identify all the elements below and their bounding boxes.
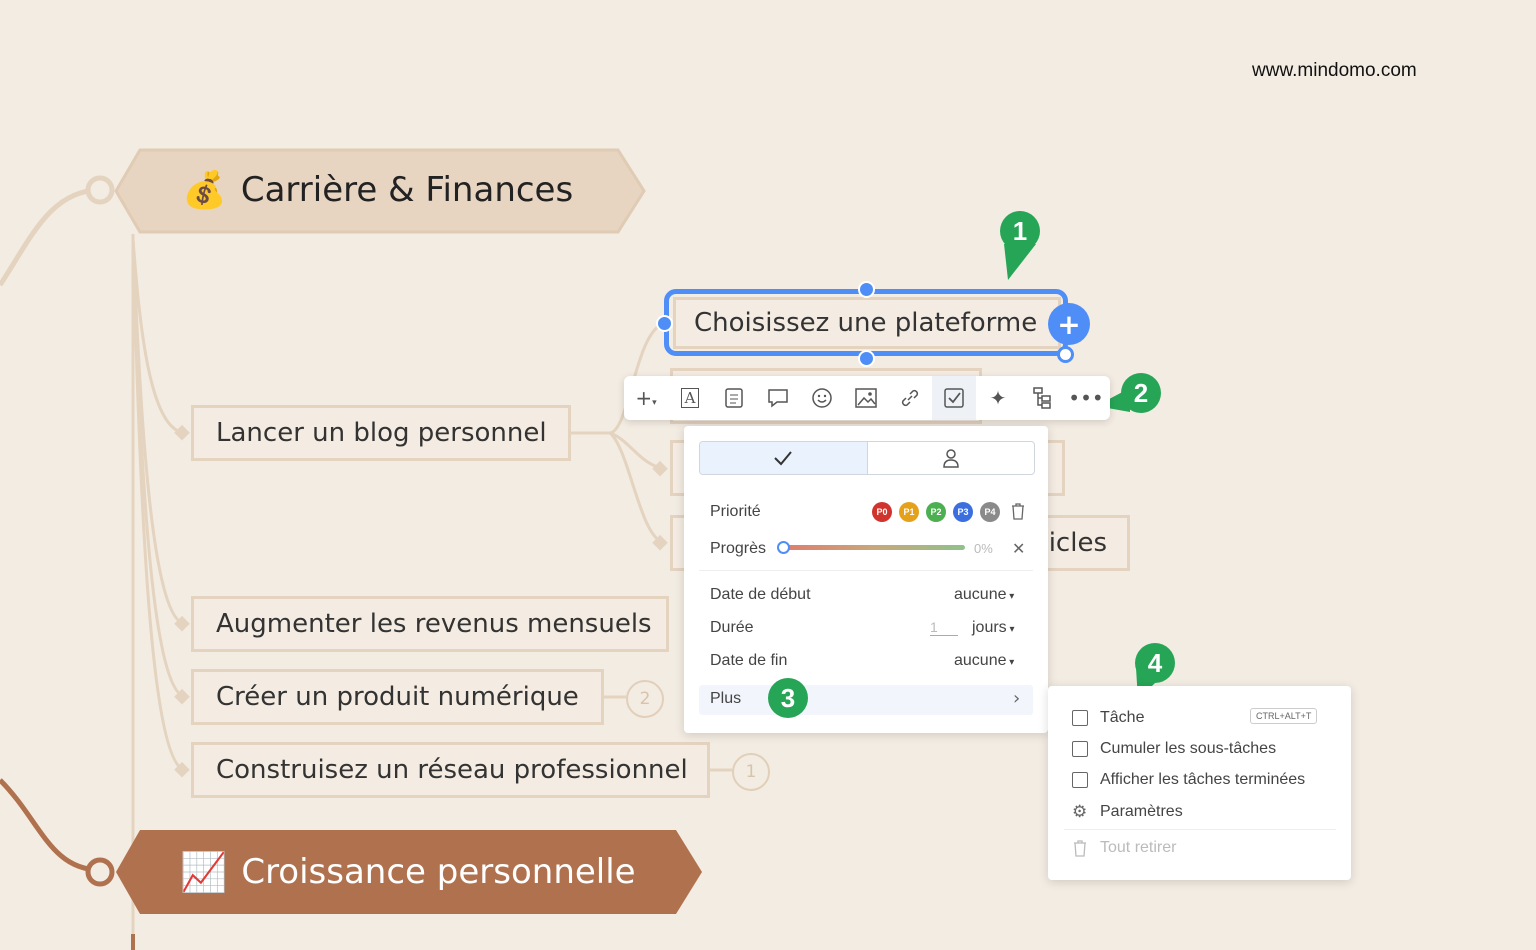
menu-item-cumulate-label: Cumuler les sous-tâches: [1100, 740, 1277, 757]
main-topic-growth[interactable]: 📈 Croissance personnelle: [180, 830, 636, 914]
node-product[interactable]: Créer un produit numérique: [191, 669, 604, 725]
end-date-label: Date de fin: [710, 652, 788, 669]
divider: [699, 570, 1033, 571]
main-topic-career-label: Carrière & Finances: [240, 170, 574, 210]
trash-icon: [1074, 840, 1086, 857]
node-network-label: Construisez un réseau professionnel: [216, 755, 688, 785]
more-options-row[interactable]: Plus ›: [699, 685, 1033, 715]
priority-p2[interactable]: P2: [926, 502, 946, 522]
ai-sparkle-icon[interactable]: ✦: [976, 376, 1020, 420]
chart-icon: 📈: [180, 849, 228, 894]
priority-p3[interactable]: P3: [953, 502, 973, 522]
node-network-counter[interactable]: 1: [732, 753, 770, 791]
priority-label: Priorité: [710, 503, 761, 520]
node-articles-label: icles: [1048, 528, 1107, 558]
resize-handle-left[interactable]: [656, 315, 673, 332]
start-date-value: aucune: [954, 586, 1007, 603]
node-revenue-label: Augmenter les revenus mensuels: [216, 609, 652, 639]
tab-task-checkmark[interactable]: [700, 442, 868, 474]
node-selected[interactable]: Choisissez une plateforme: [673, 297, 1061, 349]
node-product-counter[interactable]: 2: [626, 680, 664, 718]
more-options-label: Plus: [710, 690, 742, 707]
emoji-icon[interactable]: [800, 376, 844, 420]
duration-unit-select[interactable]: jours ▾: [972, 619, 1015, 637]
start-date-select[interactable]: aucune ▾: [954, 586, 1014, 604]
task-panel-tabs: [699, 441, 1035, 475]
end-date-value: aucune: [954, 652, 1007, 669]
resize-handle-bottom[interactable]: [858, 350, 875, 367]
text-style-icon[interactable]: A: [668, 376, 712, 420]
callout-badge-3: 3: [768, 678, 808, 718]
divider: [1064, 829, 1336, 830]
duration-unit-value: jours: [972, 619, 1007, 636]
chevron-right-icon: ›: [1013, 688, 1021, 709]
duration-label: Durée: [710, 619, 754, 636]
menu-item-remove-all-label: Tout retirer: [1100, 839, 1177, 856]
menu-item-cumulate[interactable]: Cumuler les sous-tâches: [1072, 740, 1276, 758]
add-icon[interactable]: + ▾: [624, 376, 668, 420]
structure-icon[interactable]: [1020, 376, 1064, 420]
user-icon: [942, 449, 959, 468]
menu-item-show-done[interactable]: Afficher les tâches terminées: [1072, 771, 1305, 789]
priority-p1[interactable]: P1: [899, 502, 919, 522]
main-topic-career[interactable]: 💰 Carrière & Finances: [182, 148, 573, 232]
callout-badge-1: 1: [1000, 211, 1040, 251]
cumulate-checkbox[interactable]: [1072, 741, 1088, 757]
priority-p0[interactable]: P0: [872, 502, 892, 522]
trash-icon[interactable]: [1010, 502, 1026, 524]
progress-slider-handle[interactable]: [777, 541, 790, 554]
resize-handle-top[interactable]: [858, 281, 875, 298]
checkmark-icon: [774, 451, 793, 466]
resize-handle-corner[interactable]: [1057, 346, 1074, 363]
duration-input[interactable]: 1: [930, 619, 958, 636]
progress-slider[interactable]: [782, 545, 965, 550]
tab-assignee[interactable]: [868, 442, 1035, 474]
money-bag-icon: 💰: [182, 170, 227, 211]
menu-item-task-label: Tâche: [1100, 709, 1145, 726]
comment-icon[interactable]: [756, 376, 800, 420]
progress-value: 0%: [974, 541, 993, 556]
task-more-menu: Tâche CTRL+ALT+T Cumuler les sous-tâches…: [1048, 686, 1351, 880]
notes-icon[interactable]: [712, 376, 756, 420]
image-icon[interactable]: [844, 376, 888, 420]
node-toolbar: + ▾ A ✦ •••: [624, 376, 1110, 420]
menu-item-settings-label: Paramètres: [1100, 803, 1183, 820]
main-topic-growth-label: Croissance personnelle: [241, 852, 636, 892]
show-done-checkbox[interactable]: [1072, 772, 1088, 788]
gear-icon: ⚙: [1072, 802, 1088, 821]
clear-progress-icon[interactable]: ✕: [1012, 539, 1025, 558]
node-product-label: Créer un produit numérique: [216, 682, 579, 712]
node-blog[interactable]: Lancer un blog personnel: [191, 405, 571, 461]
task-panel: Priorité P0 P1 P2 P3 P4 Progrès 0% ✕ Dat…: [684, 426, 1048, 733]
menu-item-settings[interactable]: ⚙ Paramètres: [1072, 802, 1183, 822]
add-child-button[interactable]: +: [1048, 303, 1090, 345]
node-selected-label: Choisissez une plateforme: [694, 308, 1038, 338]
progress-label: Progrès: [710, 540, 767, 557]
end-date-select[interactable]: aucune ▾: [954, 652, 1014, 670]
callout-badge-4: 4: [1135, 643, 1175, 683]
callout-badge-2: 2: [1121, 373, 1161, 413]
task-icon[interactable]: [932, 376, 976, 420]
task-shortcut: CTRL+ALT+T: [1250, 708, 1318, 724]
node-revenue[interactable]: Augmenter les revenus mensuels: [191, 596, 669, 652]
menu-item-show-done-label: Afficher les tâches terminées: [1100, 771, 1306, 788]
node-blog-label: Lancer un blog personnel: [216, 418, 547, 448]
menu-item-remove-all[interactable]: Tout retirer: [1072, 839, 1176, 857]
link-icon[interactable]: [888, 376, 932, 420]
node-network[interactable]: Construisez un réseau professionnel: [191, 742, 710, 798]
more-icon[interactable]: •••: [1064, 376, 1108, 420]
priority-p4[interactable]: P4: [980, 502, 1000, 522]
start-date-label: Date de début: [710, 586, 811, 603]
task-checkbox[interactable]: [1072, 710, 1088, 726]
menu-item-task[interactable]: Tâche: [1072, 709, 1144, 727]
